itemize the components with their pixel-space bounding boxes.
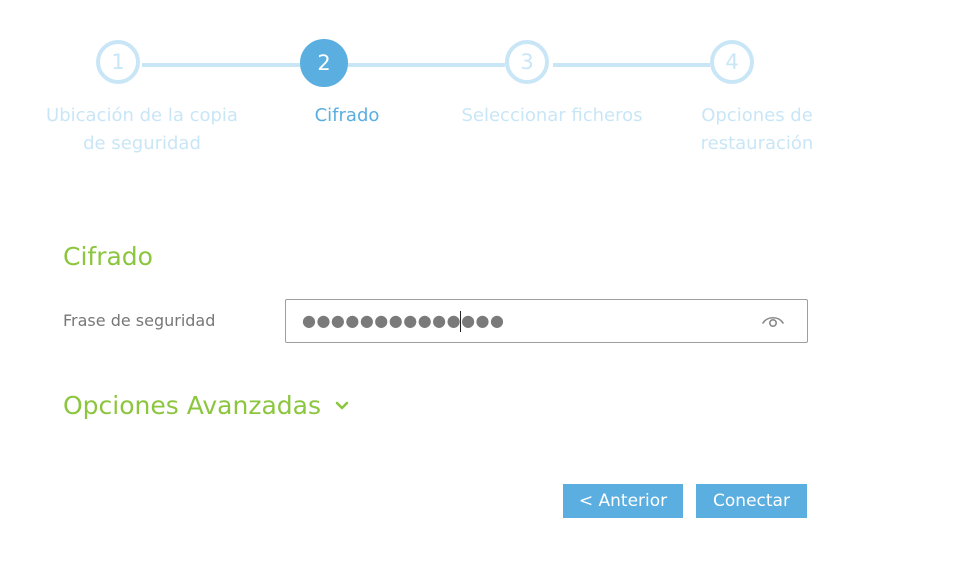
advanced-options-toggle[interactable]: Opciones Avanzadas xyxy=(63,389,351,423)
step-1-label: Ubicación de la copia de seguridad xyxy=(46,105,238,154)
eye-icon[interactable] xyxy=(761,312,785,330)
section-title: Cifrado xyxy=(63,242,153,271)
passphrase-label: Frase de seguridad xyxy=(63,311,216,330)
step-3-circle: 3 xyxy=(505,40,549,84)
step-4-label: Opciones de restauración xyxy=(700,105,814,154)
wizard-stepper: 1 2 3 4 Ubicación de la copia de segurid… xyxy=(0,0,954,170)
passphrase-masked-value: ●●●●●●●●●●●●●● xyxy=(302,311,505,330)
step-1-circle: 1 xyxy=(96,40,140,84)
step-connector-3-4 xyxy=(553,63,710,67)
chevron-down-icon xyxy=(335,401,349,410)
step-connector-2-3 xyxy=(348,63,505,67)
step-2-circle: 2 xyxy=(300,39,348,87)
previous-button[interactable]: < Anterior xyxy=(563,484,683,518)
passphrase-input[interactable]: ●●●●●●●●●●●●●● xyxy=(285,299,808,343)
step-4-circle: 4 xyxy=(710,40,754,84)
connect-button[interactable]: Conectar xyxy=(696,484,807,518)
step-2-label: Cifrado xyxy=(314,105,380,126)
advanced-options-label: Opciones Avanzadas xyxy=(63,391,321,420)
text-cursor xyxy=(460,311,461,332)
step-connector-1-2 xyxy=(142,63,300,67)
step-3-label: Seleccionar ficheros xyxy=(461,105,643,126)
